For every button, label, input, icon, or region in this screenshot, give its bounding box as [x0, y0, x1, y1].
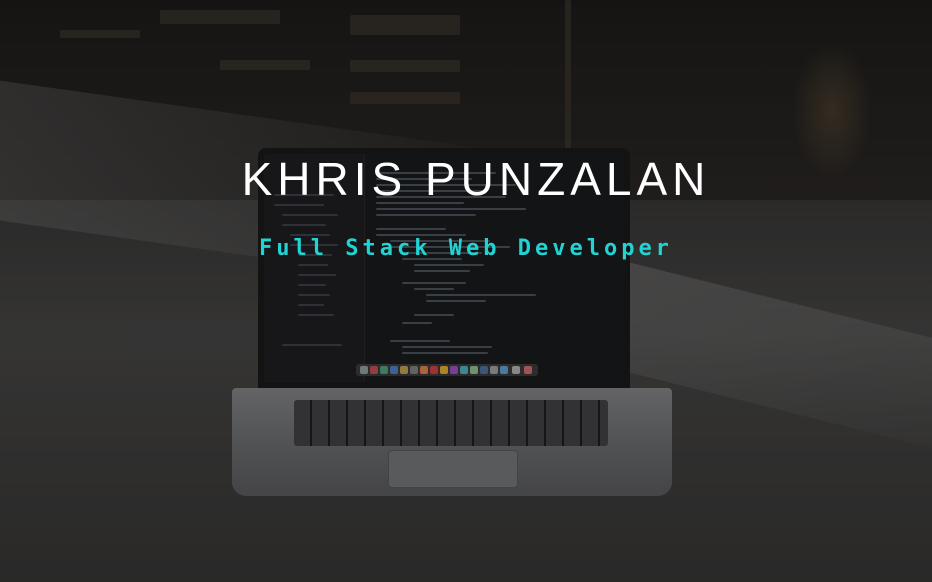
hero-section: KHRIS PUNZALAN Full Stack Web Developer	[0, 0, 932, 582]
hero-title: KHRIS PUNZALAN	[241, 153, 711, 205]
dark-overlay	[0, 0, 932, 582]
hero-subtitle: Full Stack Web Developer	[259, 236, 673, 261]
